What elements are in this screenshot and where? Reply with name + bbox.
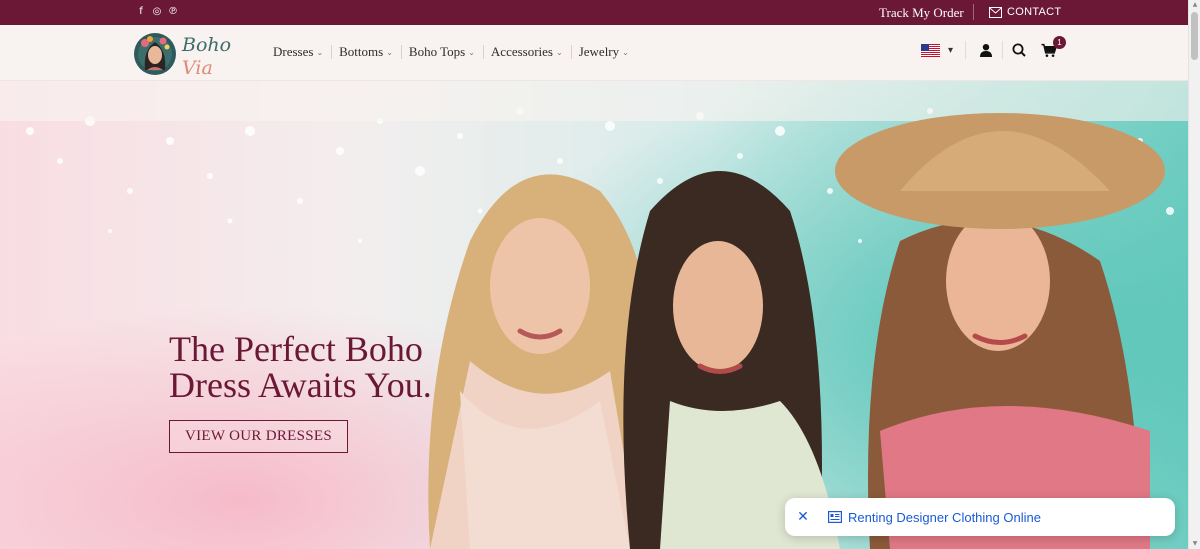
nav-item-boho-tops[interactable]: Boho Tops ⌄ <box>409 44 483 60</box>
chevron-down-icon: ⌄ <box>468 47 475 57</box>
headline-line-1: The Perfect Boho <box>169 329 423 369</box>
account-icon[interactable] <box>978 42 994 58</box>
scroll-up-icon[interactable]: ▲ <box>1191 1 1199 8</box>
top-bar: f ◎ ℗ Track My Order CONTACT <box>0 0 1188 25</box>
cart-count-badge: 1 <box>1053 36 1067 49</box>
logo-text-via: Via <box>182 57 213 78</box>
topbar-divider <box>973 4 974 20</box>
nav-label: Boho Tops <box>408 44 466 59</box>
header-divider <box>965 41 967 59</box>
hero-models-image <box>428 113 1165 549</box>
nav-divider <box>570 45 572 59</box>
track-order-link[interactable]: Track My Order <box>879 5 964 21</box>
hero-headline: The Perfect Boho Dress Awaits You. <box>169 331 432 403</box>
site-header: Boho Via Dresses ⌄ Bottoms ⌄ Boho Tops ⌄… <box>0 25 1188 81</box>
nav-label: Bottoms <box>339 44 384 59</box>
hero-banner: The Perfect Boho Dress Awaits You. VIEW … <box>0 81 1188 549</box>
nav-divider <box>482 45 484 59</box>
chevron-down-icon: ⌄ <box>316 47 324 57</box>
suggestion-link[interactable]: Renting Designer Clothing Online <box>848 510 1041 525</box>
social-links: f ◎ ℗ <box>136 6 178 18</box>
logo-text-boho: Boho <box>181 34 231 56</box>
language-selector[interactable]: ▾ <box>921 43 954 57</box>
facebook-icon[interactable]: f <box>136 6 146 18</box>
headline-line-2: Dress Awaits You. <box>169 365 432 405</box>
scrollbar-thumb[interactable] <box>1191 12 1198 60</box>
nav-item-jewelry[interactable]: Jewelry ⌄ <box>579 44 637 60</box>
cart-button[interactable]: 1 <box>1041 36 1067 58</box>
suggestion-popup[interactable]: ✕ Renting Designer Clothing Online <box>785 498 1175 536</box>
view-dresses-button[interactable]: VIEW OUR DRESSES <box>169 420 348 453</box>
nav-item-bottoms[interactable]: Bottoms ⌄ <box>339 44 401 60</box>
chevron-down-icon: ⌄ <box>556 47 563 57</box>
nav-label: Dresses <box>273 44 314 59</box>
site-logo[interactable]: Boho Via <box>133 30 243 78</box>
nav-item-dresses[interactable]: Dresses ⌄ <box>273 44 331 60</box>
search-icon[interactable] <box>1011 42 1027 58</box>
nav-item-accessories[interactable]: Accessories ⌄ <box>491 44 571 60</box>
envelope-icon <box>989 6 1002 18</box>
page-scrollbar[interactable]: ▲ ▼ <box>1188 0 1200 549</box>
nav-divider <box>400 45 402 59</box>
pinterest-icon[interactable]: ℗ <box>168 6 178 18</box>
contact-label: CONTACT <box>1007 6 1062 18</box>
instagram-icon[interactable]: ◎ <box>152 6 162 18</box>
contact-link[interactable]: CONTACT <box>989 6 1061 18</box>
close-icon[interactable]: ✕ <box>796 509 810 525</box>
chevron-down-icon: ⌄ <box>386 47 393 57</box>
nav-label: Accessories <box>490 44 553 59</box>
main-nav: Dresses ⌄ Bottoms ⌄ Boho Tops ⌄ Accessor… <box>273 44 637 60</box>
us-flag-icon <box>921 43 940 57</box>
chevron-down-icon: ⌄ <box>622 47 629 57</box>
header-actions: ▾ 1 <box>921 36 1067 59</box>
nav-divider <box>331 45 333 59</box>
caret-down-icon: ▾ <box>948 44 954 56</box>
article-icon <box>828 511 842 523</box>
scroll-down-icon[interactable]: ▼ <box>1191 540 1199 547</box>
header-divider <box>1002 41 1004 59</box>
nav-label: Jewelry <box>578 44 620 59</box>
